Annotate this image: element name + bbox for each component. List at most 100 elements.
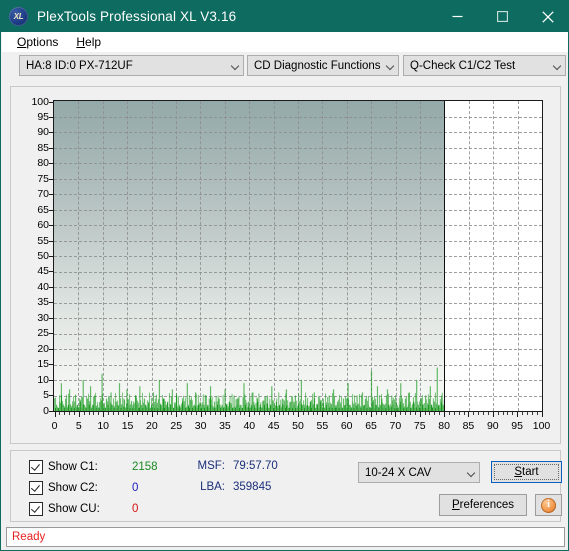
drive-select[interactable]: HA:8 ID:0 PX-712UF (19, 55, 244, 76)
x-axis-minor-tick (73, 412, 75, 415)
x-axis-tick (346, 412, 348, 417)
y-axis-tick-label: 55 (37, 234, 49, 247)
x-axis-tick-label: 90 (486, 420, 499, 432)
x-axis-tick (395, 412, 397, 417)
start-button-label: Start (514, 466, 539, 478)
x-axis-tick-label: 0 (51, 420, 58, 432)
info-icon: i (541, 497, 556, 513)
y-axis-tick-label: 5 (43, 389, 49, 402)
toolbar: HA:8 ID:0 PX-712UF CD Diagnostic Functio… (1, 52, 568, 80)
y-axis-tick-label: 20 (37, 342, 49, 355)
scan-end-divider (444, 101, 446, 411)
x-axis-minor-tick (405, 412, 407, 415)
x-axis-minor-tick (356, 412, 358, 415)
show-c1-row[interactable]: Show C1: 2158 (29, 460, 158, 474)
show-c2-row[interactable]: Show C2: 0 (29, 481, 138, 495)
x-axis-minor-tick (361, 412, 363, 415)
x-axis-tick-label: 65 (365, 420, 377, 432)
x-axis-tick-label: 25 (170, 420, 183, 432)
show-cu-row[interactable]: Show CU: 0 (29, 502, 138, 516)
menu-options[interactable]: Options (8, 32, 67, 52)
chevron-down-icon (548, 63, 565, 68)
x-axis-minor-tick (220, 412, 222, 415)
x-axis-minor-tick (410, 412, 411, 415)
x-axis-minor-tick (88, 412, 90, 415)
y-axis-tick-label: 60 (37, 219, 49, 232)
chart-panel: 0 5 10 15 20 25 30 35 40 45 50 55 60 65 70 75 80 85 90 95 10… (10, 86, 561, 444)
show-c2-checkbox[interactable] (29, 481, 43, 495)
show-cu-label: Show CU: (48, 503, 100, 515)
x-axis-tick (492, 412, 494, 417)
test-select-value: Q-Check C1/C2 Test (410, 59, 516, 72)
msf-row: MSF: 79:57.70 (191, 460, 278, 472)
show-cu-checkbox[interactable] (29, 502, 43, 516)
y-axis-tick-label: 15 (37, 358, 49, 371)
y-axis-tick-label: 100 (31, 95, 49, 108)
x-axis-tick (273, 412, 275, 417)
test-select[interactable]: Q-Check C1/C2 Test (403, 55, 566, 76)
info-panel: Show C1: 2158 Show C2: 0 Show CU: 0 MSF:… (10, 450, 562, 522)
x-axis-tick-label: 35 (219, 420, 231, 432)
x-axis-minor-tick (122, 412, 124, 415)
x-axis-tick-label: 70 (389, 420, 402, 432)
chevron-down-icon (226, 63, 243, 68)
maximize-icon[interactable] (480, 1, 525, 32)
status-text: Ready (12, 531, 46, 543)
x-axis-tick-label: 100 (532, 420, 551, 432)
app-logo-text: XL (13, 11, 24, 21)
x-axis-minor-tick (502, 412, 504, 415)
x-axis-tick-label: 75 (413, 420, 426, 432)
y-axis-tick-label: 30 (37, 311, 49, 324)
x-axis-minor-tick (147, 412, 149, 415)
x-axis-tick (322, 412, 324, 417)
x-axis-minor-tick (478, 412, 480, 415)
x-axis-tick (468, 412, 470, 417)
x-axis-tick (419, 412, 421, 417)
x-axis-tick-label: 20 (146, 420, 158, 432)
x-axis-tick-label: 50 (292, 420, 304, 432)
x-axis-minor-tick (69, 412, 71, 415)
x-axis-minor-tick (453, 412, 455, 415)
x-axis-minor-tick (522, 412, 524, 415)
x-axis-minor-tick (375, 412, 377, 415)
close-icon[interactable] (525, 1, 568, 32)
x-axis-minor-tick (283, 412, 285, 415)
x-axis-tick (151, 412, 153, 417)
x-axis-minor-tick (512, 412, 514, 415)
x-axis: 0 5 10 15 20 25 30 35 40 45 50 55 60 65 70 75 80 85 90 95 10… (51, 412, 550, 440)
start-button[interactable]: Start (491, 461, 562, 483)
x-axis-minor-tick (293, 412, 295, 415)
x-axis-minor-tick (312, 412, 314, 415)
show-c1-checkbox[interactable] (29, 460, 43, 474)
preferences-button[interactable]: Preferences (439, 494, 527, 516)
x-axis-minor-tick (507, 412, 509, 415)
x-axis-minor-tick (487, 412, 489, 415)
x-axis-minor-tick (244, 412, 246, 415)
x-axis-tick-label: 40 (243, 420, 256, 432)
x-axis-minor-tick (278, 412, 280, 415)
x-axis-tick (249, 412, 251, 417)
y-axis-tick-label: 80 (37, 157, 49, 170)
x-axis-minor-tick (268, 412, 270, 415)
menu-help[interactable]: Help (67, 32, 110, 52)
x-axis-minor-tick (83, 412, 85, 415)
x-axis-minor-tick (259, 412, 261, 415)
function-select[interactable]: CD Diagnostic Functions (247, 55, 399, 76)
x-axis-minor-tick (332, 412, 334, 415)
info-icon-glyph: i (547, 499, 550, 510)
speed-select[interactable]: 10-24 X CAV (358, 462, 480, 483)
y-axis-tick-label: 45 (37, 265, 49, 278)
x-axis-minor-tick (390, 412, 392, 415)
x-axis-tick (371, 412, 373, 417)
plextools-window: XL PlexTools Professional XL V3.16 Optio… (0, 0, 569, 551)
minimize-icon[interactable] (435, 1, 480, 32)
x-axis-minor-tick (385, 412, 387, 415)
x-axis-minor-tick (181, 412, 183, 415)
lba-label: LBA: (200, 481, 225, 493)
y-axis-tick-label: 50 (37, 250, 49, 262)
about-info-button[interactable]: i (535, 494, 562, 516)
x-axis-minor-tick (473, 412, 475, 415)
x-axis-tick-label: 30 (194, 420, 207, 432)
x-axis-minor-tick (302, 412, 304, 415)
x-axis-minor-tick (536, 412, 538, 415)
